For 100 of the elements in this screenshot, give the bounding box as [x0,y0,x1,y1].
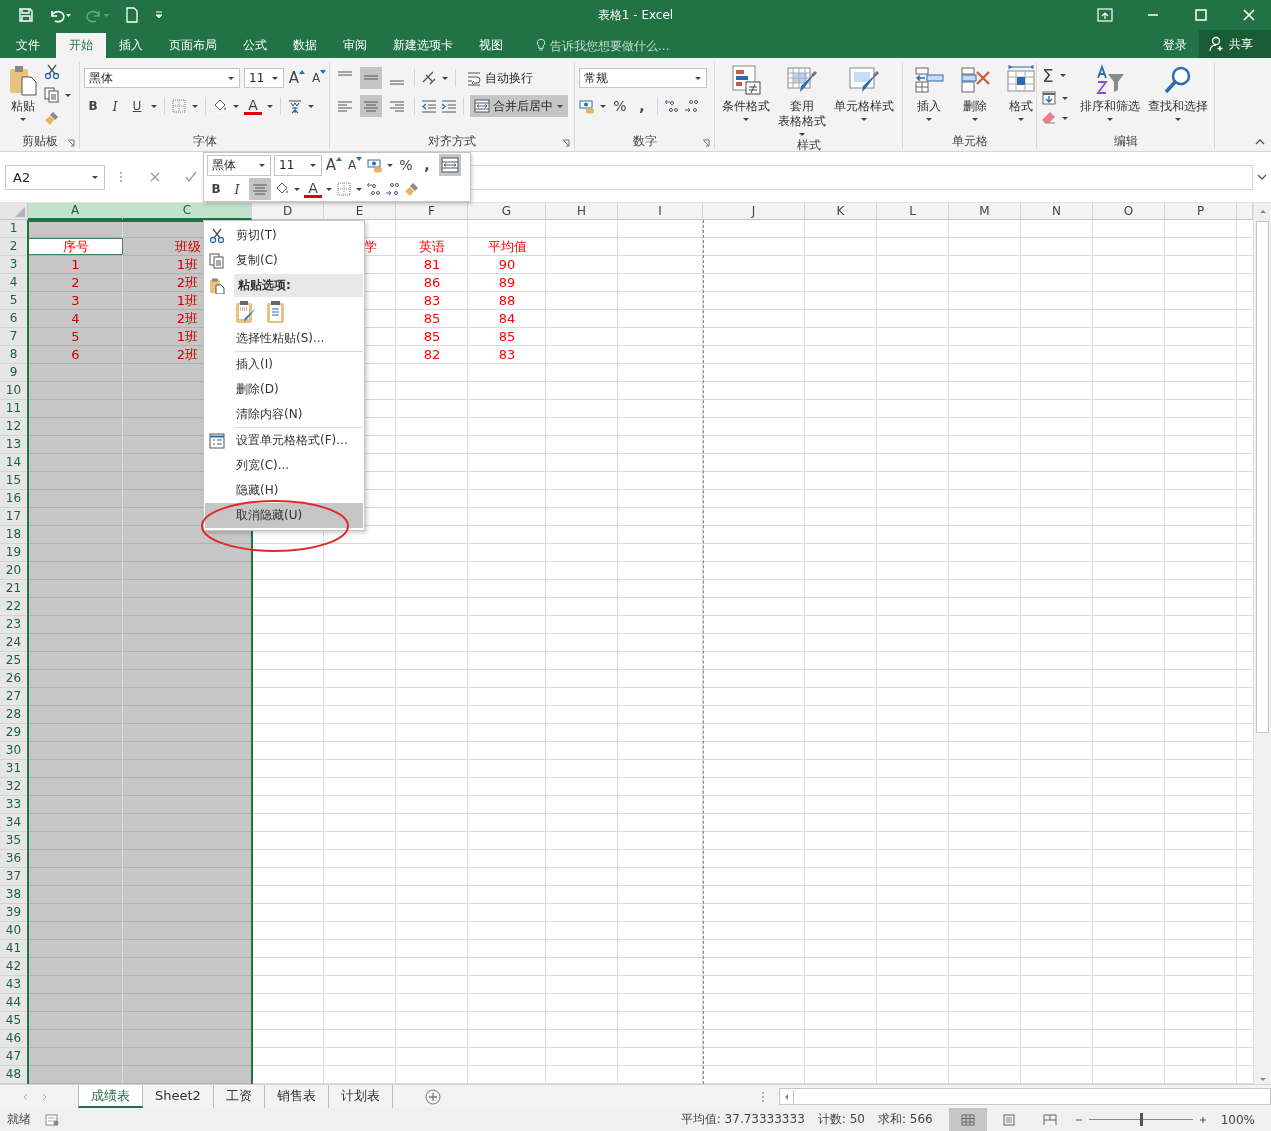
row-header[interactable]: 13 [0,436,28,454]
row-header[interactable]: 29 [0,724,28,742]
zoom-level[interactable]: 100% [1220,1112,1255,1127]
row-header[interactable]: 2 [0,238,28,256]
row-header[interactable]: 43 [0,976,28,994]
caret-icon[interactable] [1061,115,1069,121]
menu-item[interactable]: 插入(I) [205,352,363,377]
bold-button[interactable]: B [207,178,225,200]
collapse-ribbon-icon[interactable] [1255,139,1265,145]
column-header[interactable]: K [805,203,877,220]
column-header[interactable]: G [468,203,546,220]
bold-button[interactable]: B [84,95,102,117]
insert-button[interactable]: 插入 [907,62,951,122]
scroll-thumb[interactable] [1256,221,1269,733]
menu-item[interactable]: 选择性粘贴(S)... [205,326,363,351]
find-select-button[interactable]: 查找和选择 [1145,62,1211,122]
comma-button[interactable]: , [418,154,436,176]
scroll-down-icon[interactable] [1258,1077,1267,1082]
row-header[interactable]: 9 [0,364,28,382]
delete-button[interactable]: 删除 [953,62,997,122]
caret-icon[interactable] [232,103,240,109]
row-header[interactable]: 20 [0,562,28,580]
ribbon-tab[interactable]: 视图 [466,33,516,58]
search-field[interactable]: 告诉我您想要做什么... [550,34,720,58]
caret-icon[interactable] [307,103,315,109]
orientation-icon[interactable] [421,70,437,86]
comma-button[interactable]: , [633,95,651,117]
row-header[interactable]: 23 [0,616,28,634]
caret-icon[interactable] [1059,72,1067,78]
caret-icon[interactable] [599,103,607,109]
column-header[interactable]: P [1165,203,1237,220]
row-header[interactable]: 3 [0,256,28,274]
row-header[interactable]: 31 [0,760,28,778]
row-header[interactable]: 16 [0,490,28,508]
zoom-slider-thumb[interactable] [1139,1113,1143,1126]
row-header[interactable]: 7 [0,328,28,346]
row-header[interactable]: 22 [0,598,28,616]
column-header[interactable]: M [949,203,1021,220]
decrease-indent-icon[interactable] [421,98,437,114]
row-header[interactable]: 35 [0,832,28,850]
row-header[interactable]: 11 [0,400,28,418]
grow-font-button[interactable]: A [325,154,343,176]
name-box[interactable]: A2 [5,164,105,190]
number-format-field[interactable]: 常规 [579,68,707,88]
row-header[interactable]: 27 [0,688,28,706]
customize-icon[interactable] [154,10,164,20]
row-header[interactable]: 15 [0,472,28,490]
row-header[interactable]: 33 [0,796,28,814]
ribbon-tab[interactable]: 审阅 [330,33,380,58]
italic-button[interactable]: I [228,178,246,200]
row-header[interactable]: 17 [0,508,28,526]
font-color-button[interactable]: A [304,180,322,198]
row-header[interactable]: 18 [0,526,28,544]
phonetic-guide-icon[interactable] [287,98,303,114]
vertical-scrollbar[interactable] [1253,203,1271,1084]
decrease-decimal-icon[interactable] [385,181,401,197]
row-header[interactable]: 5 [0,292,28,310]
ribbon-tab[interactable]: 新建选项卡 [380,33,466,58]
decrease-decimal-icon[interactable] [684,98,700,114]
row-header[interactable]: 37 [0,868,28,886]
format-button[interactable]: 格式 [999,62,1043,122]
caret-icon[interactable] [325,186,333,192]
add-sheet-icon[interactable] [424,1088,441,1105]
row-header[interactable]: 44 [0,994,28,1012]
macro-record-icon[interactable] [45,1113,59,1126]
ribbon-display-icon[interactable] [1097,8,1113,22]
scroll-up-icon[interactable] [1258,209,1267,214]
format-painter-icon[interactable] [404,181,420,197]
underline-button[interactable]: U [128,95,146,117]
wrap-text-button[interactable]: 自动换行 [462,67,537,89]
menu-item[interactable]: 取消隐藏(U) [205,503,363,528]
ribbon-tab[interactable]: 公式 [230,33,280,58]
sign-in-link[interactable]: 登录 [1151,33,1199,58]
paste-formatting-icon[interactable] [235,300,257,324]
increase-indent-icon[interactable] [441,98,457,114]
font-size-field[interactable]: 11 [244,68,284,88]
column-header[interactable]: L [877,203,949,220]
row-header[interactable]: 19 [0,544,28,562]
column-header[interactable]: E [324,203,396,220]
share-button[interactable]: 共享 [1199,30,1271,58]
grow-font-button[interactable]: A [288,67,306,89]
sort-filter-button[interactable]: 排序和筛选 [1077,62,1143,122]
ribbon-tab[interactable]: 文件 [0,33,56,58]
expand-icon[interactable] [1257,174,1267,180]
row-header[interactable]: 30 [0,742,28,760]
close-icon[interactable] [1241,8,1257,22]
menu-item[interactable]: 复制(C) [205,248,363,273]
row-header[interactable]: 32 [0,778,28,796]
shrink-font-button[interactable]: A [346,154,364,176]
column-header[interactable]: A [28,203,123,220]
row-header[interactable]: 28 [0,706,28,724]
merge-center-button[interactable]: 合并后居中 [470,95,568,117]
clipboard-icon[interactable] [265,300,287,324]
currency-icon[interactable] [579,98,595,114]
increase-decimal-icon[interactable] [664,98,680,114]
new-file-icon[interactable] [124,7,140,23]
row-header[interactable]: 14 [0,454,28,472]
launcher-icon[interactable] [702,139,710,147]
scissors-icon[interactable] [44,64,60,80]
previous-sheet-icon[interactable] [22,1092,28,1101]
